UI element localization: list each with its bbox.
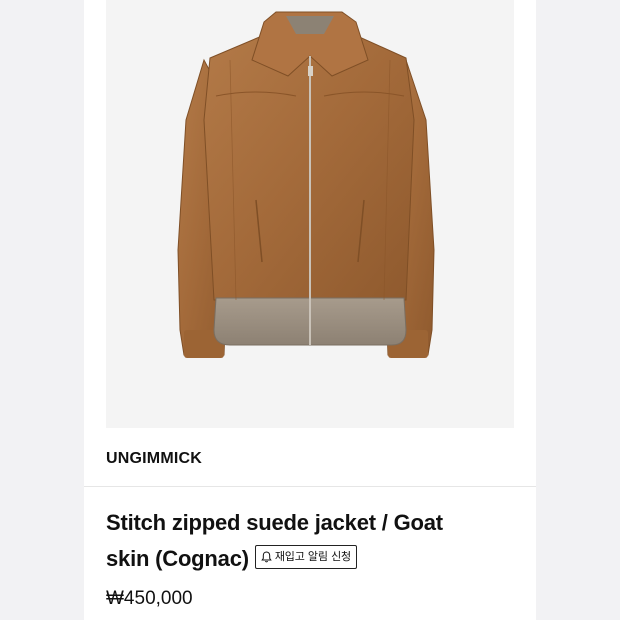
product-price: ₩450,000: [106, 588, 193, 609]
brand-name[interactable]: UNGIMMICK: [106, 450, 202, 468]
divider: [84, 486, 536, 487]
product-title-line2: skin (Cognac): [106, 546, 249, 571]
restock-alert-label: 재입고 알림 신청: [274, 550, 351, 563]
product-title[interactable]: Stitch zipped suede jacket / Goat skin (…: [106, 505, 516, 577]
product-image[interactable]: [106, 0, 514, 428]
bell-icon: [261, 551, 272, 563]
jacket-image: [177, 11, 435, 358]
product-title-line1: Stitch zipped suede jacket / Goat: [106, 510, 443, 535]
restock-alert-button[interactable]: 재입고 알림 신청: [254, 545, 357, 569]
product-card: UNGIMMICK Stitch zipped suede jacket / G…: [84, 0, 536, 620]
